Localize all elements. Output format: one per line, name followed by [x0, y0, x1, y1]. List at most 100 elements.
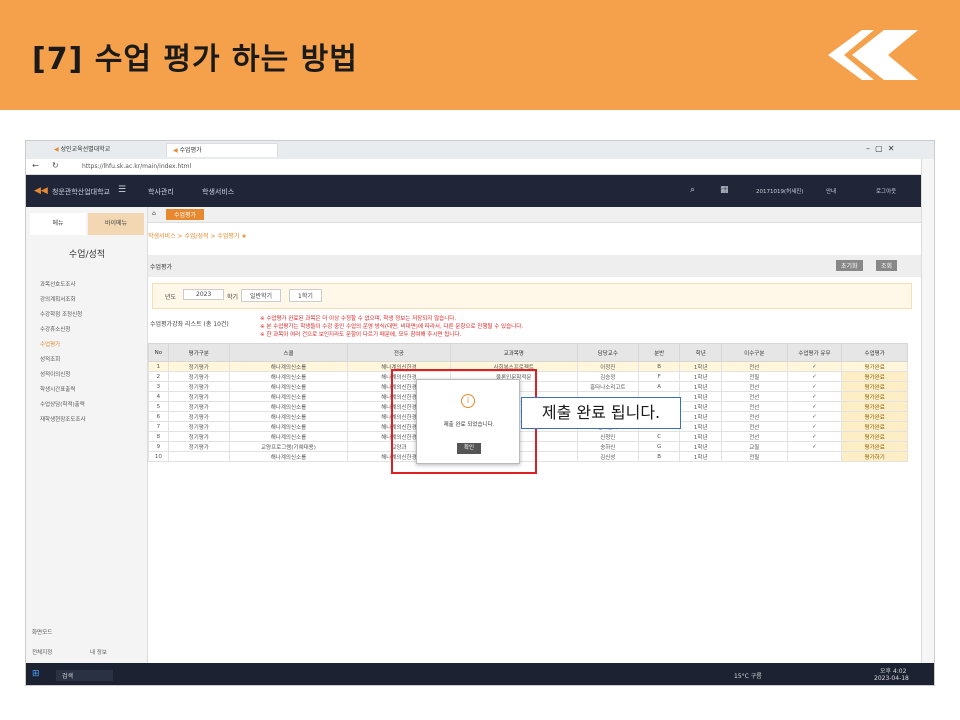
sidebar-title: 수업/성적 [68, 250, 106, 260]
menu-icon[interactable]: ☰ [118, 185, 126, 195]
home-icon[interactable]: ⌂ [152, 210, 156, 217]
sidebar: 메뉴 바이메뉴 수업/성적 과목선호도조사 강의계획서조회 수강학점 조정신청 … [26, 207, 148, 663]
table-header-row: No 평가구분 스쿨 전공 교과목명 담당교수 분반 학년 이수구분 수업평가 유무 수업평가 [148, 343, 908, 362]
table-cell: 정기평가 [167, 401, 230, 412]
table-cell: 전선 [721, 411, 788, 422]
table-cell: 전선 [721, 391, 788, 402]
sidebar-item[interactable]: 수업상담(학적)출력 [40, 399, 85, 411]
table-cell: 2 [148, 371, 169, 382]
evaluate-cell[interactable]: 평가하기 [841, 451, 908, 462]
logout-link[interactable]: 로그아웃 [876, 187, 896, 195]
table-cell: B [637, 451, 681, 462]
sidebar-item[interactable]: 강의계획서조회 [40, 294, 75, 306]
evaluate-cell[interactable]: 평가완료 [841, 381, 908, 392]
taskbar: ⊞ 검색 15°C 구름 오후 4:02 2023-04-18 [26, 663, 934, 685]
table-cell: 6 [148, 411, 169, 422]
alert-dialog: i 제출 완료 되었습니다. 확인 [416, 379, 520, 464]
nav-academic[interactable]: 학사관리 [148, 187, 174, 197]
table-cell: 이정진 [576, 361, 639, 372]
select-all-button[interactable]: 전체지정 [32, 647, 52, 659]
slide-title: [7] 수업 평가 하는 방법 [32, 42, 358, 77]
url-field[interactable]: https://lhfu.sk.ac.kr/main/index.html [72, 161, 772, 173]
column-header: 분반 [637, 343, 681, 362]
browser-sidebar [921, 159, 934, 663]
evaluate-cell[interactable]: 평가완료 [841, 361, 908, 372]
annotation-callout: 제출 완료 됩니다. [521, 397, 681, 429]
brand-logo-icon [828, 30, 918, 80]
window-controls-icon[interactable]: – ▢ ✕ [866, 144, 894, 153]
grid-icon[interactable]: ▦ [720, 185, 729, 195]
table-cell: 7 [148, 421, 169, 432]
search-button[interactable]: 조회 [876, 260, 898, 271]
table-cell: 해나계의신소를 [228, 451, 349, 462]
nav-student-service[interactable]: 학생서비스 [202, 187, 234, 197]
sidebar-item[interactable]: 수강휴소신청 [40, 324, 70, 336]
reload-icon[interactable]: ↻ [52, 161, 59, 170]
evaluate-cell[interactable]: 평가완료 [841, 371, 908, 382]
screen-mode-button[interactable]: 화면모드 [32, 627, 52, 639]
table-cell: ✓ [786, 371, 843, 382]
table-cell: 흥타나소리고트 [576, 381, 639, 392]
my-info-button[interactable]: 내 정보 [90, 647, 107, 659]
table-cell: 정기평가 [167, 391, 230, 402]
evaluate-cell[interactable]: 평가완료 [841, 401, 908, 412]
sidebar-tab-menu[interactable]: 메뉴 [30, 213, 86, 235]
term-select[interactable]: 일반학기 [241, 289, 282, 302]
evaluate-cell[interactable]: 평가완료 [841, 411, 908, 422]
column-header: 평가구분 [167, 343, 230, 362]
sidebar-item[interactable]: 성적이의신청 [40, 369, 70, 381]
page-tab[interactable]: 수업평가 [166, 209, 205, 220]
back-icon[interactable]: ← [32, 161, 39, 170]
table-cell: 해나계의신소를 [228, 371, 349, 382]
sidebar-tab-bookmark[interactable]: 바이메뉴 [88, 213, 144, 235]
notice-line: ※ 한 과목이 여러 건으로 보인지라도 문항이 다르기 때문에, 모두 참여해… [260, 332, 462, 338]
evaluate-cell[interactable]: 평가완료 [841, 431, 908, 442]
table-cell: C [637, 431, 681, 442]
table-cell: 전선 [721, 361, 788, 372]
dialog-message: 제출 완료 되었습니다. [443, 422, 495, 428]
table-cell: ✓ [786, 401, 843, 412]
evaluate-cell[interactable]: 평가완료 [841, 391, 908, 402]
reset-button[interactable]: 초기화 [836, 260, 863, 271]
browser-tab-active[interactable]: ◀ 수업평가 [166, 143, 278, 157]
confirm-button[interactable]: 확인 [457, 443, 481, 454]
sidebar-item[interactable]: 학생시간표출력 [40, 384, 75, 396]
table-cell [786, 451, 843, 462]
table-cell: 1학년 [679, 431, 722, 442]
evaluate-cell[interactable]: 평가완료 [841, 441, 908, 452]
search-icon[interactable]: ⌕ [690, 185, 695, 195]
table-cell: 전선 [721, 381, 788, 392]
table-cell: ✓ [786, 411, 843, 422]
filter-panel: 년도 2023 학기 일반학기 1학기 [152, 283, 912, 309]
windows-start-icon[interactable]: ⊞ [32, 669, 40, 679]
table-cell: 해나계의신소를 [228, 411, 349, 422]
table-cell: 정기평가 [167, 381, 230, 392]
column-header: 교과목명 [449, 343, 578, 362]
sidebar-item[interactable]: 재학생현장조도조사 [40, 414, 86, 426]
table-cell: 1학년 [679, 381, 722, 392]
column-header: No [148, 343, 169, 362]
sidebar-item-active[interactable]: 수업평가 [40, 339, 60, 351]
semester-select[interactable]: 1학기 [289, 289, 322, 302]
taskbar-search[interactable]: 검색 [56, 670, 114, 681]
year-select[interactable]: 2023 [183, 289, 225, 300]
browser-tabbar: ◀ 성인교육선별대학교 ◀ 수업평가 – ▢ ✕ [26, 141, 934, 159]
user-name[interactable]: 20171019(허세진) [756, 187, 803, 195]
table-cell: ✓ [786, 421, 843, 432]
table-cell: ✓ [786, 361, 843, 372]
browser-tab[interactable]: ◀ 성인교육선별대학교 [48, 143, 166, 157]
column-header: 수업평가 [841, 343, 908, 362]
sidebar-item[interactable]: 수강학점 조정신청 [40, 309, 82, 321]
table-cell: 1학년 [679, 401, 722, 412]
table-cell: 5 [148, 401, 169, 412]
table-cell: 해나계의신소를 [228, 391, 349, 402]
sidebar-item[interactable]: 성적조회 [40, 354, 60, 366]
help-link[interactable]: 안내 [826, 187, 836, 195]
evaluate-cell[interactable]: 평가완료 [841, 421, 908, 432]
table-cell: 1학년 [679, 451, 722, 462]
term-label: 학기 [227, 294, 239, 301]
table-cell [167, 451, 230, 462]
sidebar-item[interactable]: 과목선호도조사 [40, 279, 75, 291]
clock-time: 오후 4:02 [880, 668, 907, 675]
table-cell: 신청인 [576, 431, 639, 442]
